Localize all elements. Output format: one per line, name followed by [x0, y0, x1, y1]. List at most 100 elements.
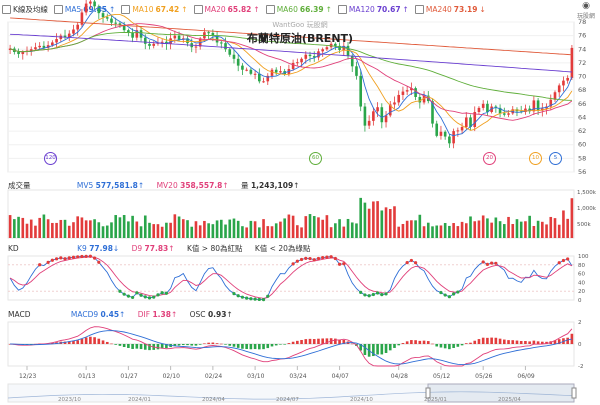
candle-body: [262, 81, 265, 83]
date-tick-label: 04/07: [332, 373, 349, 380]
volume-bar: [334, 223, 337, 238]
candle-body: [397, 94, 401, 103]
kd-red-dot: [291, 262, 295, 266]
candle-body: [274, 69, 278, 73]
volume-label: 成交量: [8, 181, 31, 190]
navigator-date-label: 2024/07: [276, 397, 299, 403]
volume-bar: [325, 215, 329, 238]
volume-bar: [266, 226, 270, 238]
kd-red-dot: [38, 263, 42, 267]
candle-body: [557, 85, 561, 93]
osc-bar: [388, 344, 392, 351]
osc-bar: [334, 338, 337, 344]
kd-red-dot: [316, 256, 321, 261]
volume-bar: [51, 222, 54, 238]
osc-bar: [528, 341, 531, 344]
candle-body: [435, 123, 439, 136]
volume-bar: [21, 217, 25, 238]
candle-body: [241, 65, 244, 70]
kd-green-dot: [118, 289, 122, 293]
osc-bar: [494, 337, 498, 344]
volume-bar: [194, 221, 198, 238]
osc-bar: [401, 343, 405, 344]
osc-bar: [393, 344, 396, 348]
ma10-badge[interactable]: 10: [529, 152, 542, 165]
volume-bar: [219, 219, 223, 238]
kd-red-dot: [414, 261, 418, 265]
volume-bar: [452, 223, 455, 238]
price-chart-svg: 5658606264666870727476781,500k1,000k500k…: [7, 0, 597, 403]
osc-bar: [515, 340, 519, 344]
volume-bar: [287, 214, 291, 238]
kd-green-dot: [160, 291, 164, 295]
volume-bar: [350, 222, 354, 238]
volume-bar: [524, 221, 527, 238]
volume-bar: [270, 226, 274, 238]
d9-arrow: ↑: [168, 244, 175, 253]
osc-bar: [300, 339, 303, 344]
kd-green-dot: [122, 292, 126, 296]
osc-bar: [76, 340, 80, 344]
osc-bar: [511, 340, 515, 344]
volume-bar: [380, 210, 384, 238]
volume-bar: [186, 220, 189, 238]
kd-red-dot: [308, 256, 312, 261]
kd-red-dot: [321, 256, 325, 260]
candle-body: [93, 1, 96, 7]
ma5-badge-text: 5: [553, 155, 558, 161]
volume-bar: [101, 226, 105, 238]
kd-green-dot: [164, 291, 168, 295]
volume-bar: [207, 223, 210, 238]
kd-red-dot: [88, 254, 92, 258]
kd-green-dot: [147, 296, 152, 300]
kd-tick-label: 100: [578, 254, 589, 260]
volume-bar: [232, 218, 236, 238]
kd-red-dot: [84, 254, 88, 258]
osc-bar: [194, 344, 198, 346]
kd-red-dot: [557, 261, 561, 265]
kd-red-dot: [59, 256, 63, 260]
volume-bar: [165, 222, 168, 238]
volume-bar: [515, 219, 519, 238]
osc-bar: [156, 344, 160, 350]
osc-bar: [253, 344, 257, 350]
volume-bar: [135, 221, 139, 238]
price-tick-label: 58: [578, 154, 586, 162]
candle-body: [439, 131, 443, 136]
navigator-date-label: 2024/10: [350, 397, 373, 403]
kd-green-dot: [443, 293, 447, 297]
candle-body: [477, 107, 481, 112]
osc-bar: [105, 341, 109, 344]
kd-green-dot: [371, 292, 375, 297]
ma5-badge[interactable]: 5: [549, 152, 562, 165]
ma120-badge[interactable]: 120: [44, 152, 57, 165]
candle-body: [84, 3, 88, 13]
volume-bar: [296, 225, 299, 238]
volume-bar: [363, 202, 367, 238]
osc-bar: [228, 344, 232, 346]
price-tick-label: 68: [578, 86, 586, 94]
ma20-badge[interactable]: 20: [483, 152, 496, 165]
candle-body: [325, 47, 329, 50]
kd-red-dot: [409, 258, 413, 263]
volume-bar: [72, 222, 75, 238]
ma60-badge[interactable]: 60: [309, 152, 322, 165]
volume-bar: [410, 220, 413, 238]
osc-bar: [143, 344, 147, 350]
volume-bar: [215, 220, 219, 238]
date-tick-label: 06/09: [517, 373, 534, 380]
osc-bar: [477, 339, 481, 344]
kd-green-dot: [439, 290, 443, 295]
volume-bar: [300, 227, 303, 238]
osc-bar: [308, 338, 312, 344]
k9-arrow: ↓: [112, 244, 120, 253]
kd-red-dot: [76, 255, 80, 259]
kd-red-dot: [304, 256, 308, 260]
volume-bar: [283, 218, 286, 238]
volume-bar: [8, 215, 12, 238]
kd-tick-label: 20: [578, 289, 585, 295]
kd-red-dot: [67, 256, 71, 260]
candle-body: [321, 49, 324, 52]
mv20-label: MV20: [156, 181, 178, 190]
volume-panel-frame: [7, 189, 575, 239]
